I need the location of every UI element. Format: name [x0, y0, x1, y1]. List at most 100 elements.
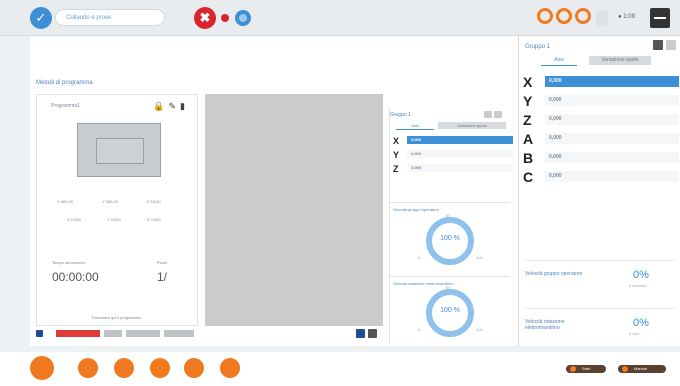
spindle-speed-label: Velocità rotazione elettromandrino [525, 319, 565, 331]
group-title: Gruppo 1 [390, 112, 411, 118]
group-btn-2[interactable] [494, 111, 502, 118]
wrench-icon[interactable] [184, 358, 204, 378]
alarm-icon-3[interactable] [575, 8, 591, 24]
tab-axes[interactable]: Assi [396, 122, 434, 130]
toolbar-tab-3[interactable] [126, 330, 160, 337]
refresh-button[interactable] [235, 10, 251, 26]
group-axis-x-value: 0,000 [407, 136, 513, 144]
section-title: Metodi di programma [36, 80, 93, 86]
edit-icon[interactable]: ✎ [169, 101, 181, 111]
tab-variation[interactable]: Variazione quote [438, 122, 506, 129]
preview-area [205, 94, 383, 326]
count-label: Pezzi [157, 260, 167, 265]
axis-row-y: Y 0,000 [523, 93, 679, 109]
lock-icon[interactable]: 🔒 [153, 101, 168, 111]
group-axis-z: Z 0,000 [393, 164, 513, 174]
main-area: Metodi di programma Programma1 🔒✎▮ X 400… [30, 36, 518, 346]
right-tab-axes[interactable]: Assi [541, 56, 577, 66]
axis-row-c: C 0,000 [523, 169, 679, 185]
gauge-tick-mid: 50 [446, 213, 451, 218]
gauge-tick-max: 100 [476, 327, 483, 332]
alert-icon[interactable] [150, 358, 170, 378]
right-title: Gruppo 1 [525, 44, 551, 50]
operator-speed-box: Velocità gruppo operatore 0% 0 mm/min [525, 260, 675, 301]
start-button[interactable]: Start [566, 365, 606, 373]
check-icon[interactable]: ✓ [30, 7, 52, 29]
delete-icon[interactable]: ▮ [180, 101, 189, 111]
operator-speed-label: Velocità gruppo operatore [525, 271, 583, 277]
offset-z: Z 0,000 [147, 217, 161, 222]
part-inner [96, 138, 144, 164]
stop-button[interactable]: ✖ [194, 7, 216, 29]
gauge-tick-min: 0 [418, 327, 421, 332]
toolbar-tab-2[interactable] [104, 330, 122, 337]
timer: 00:00:00 [52, 270, 99, 284]
group-axis-y-value: 0,000 [407, 150, 513, 158]
dim-x: X 400,00 [57, 199, 74, 204]
gauge-value: 100 % [440, 307, 460, 314]
program-name: Programma1 [51, 103, 80, 109]
card-footer: Trascinare qui il programma [91, 315, 141, 320]
gauge-tick-max: 100 [476, 255, 483, 260]
speed-gauge[interactable]: 100 % [426, 217, 474, 265]
offset-y: Y 0,000 [107, 217, 121, 222]
menu-button[interactable] [650, 8, 670, 28]
gauge-spindle-speed: Velocità rotazione elettromandrino 100 %… [390, 276, 510, 351]
home-icon[interactable] [30, 356, 54, 380]
right-btn-2[interactable] [666, 40, 676, 50]
top-bar: ✓ Collaudo e prove ✖ ● 1:09 [0, 0, 680, 36]
alarm-icon-2[interactable] [556, 8, 572, 24]
manual-button[interactable]: Manual [618, 365, 666, 373]
dim-y: Y 300,00 [102, 199, 118, 204]
factory-icon[interactable] [114, 358, 134, 378]
gauge-tick-mid: 50 [446, 285, 451, 290]
toolbar-icon[interactable] [36, 330, 43, 337]
tools-icon[interactable] [78, 358, 98, 378]
timer-label: Tempo lavorazione [52, 260, 86, 265]
spindle-speed-box: Velocità rotazione elettromandrino 0% 0 … [525, 308, 675, 349]
user-icon[interactable] [596, 10, 608, 26]
toolbar-tab-4[interactable] [164, 330, 194, 337]
axis-row-b: B 0,000 [523, 150, 679, 166]
program-card[interactable]: Programma1 🔒✎▮ X 400,00 Y 300,00 Z 18,00… [36, 94, 198, 326]
axis-y-value: 0,000 [545, 95, 679, 106]
dropdown-dot-icon[interactable] [221, 14, 229, 22]
right-tab-variation[interactable]: Variazione quote [589, 56, 651, 65]
gauge-value: 100 % [440, 235, 460, 242]
program-toolbar [36, 329, 386, 339]
operator-speed-sub: 0 mm/min [629, 283, 647, 288]
group-axis-z-value: 0,000 [407, 164, 513, 172]
gauge-title: Velocità rotazione elettromandrino [393, 281, 454, 286]
gauge-tick-min: 0 [418, 255, 421, 260]
part-preview [77, 123, 161, 177]
axis-row-z: Z 0,000 [523, 112, 679, 128]
status-time: ● 1:09 [618, 14, 635, 20]
card-toolbar: 🔒✎▮ [153, 101, 189, 112]
axis-row-x: X 0,000 [523, 74, 679, 90]
settings-icon[interactable] [220, 358, 240, 378]
bottom-dock: Start Manual [0, 352, 680, 386]
spindle-speed-pct: 0% [633, 317, 649, 329]
right-panel: Gruppo 1 Assi Variazione quote X 0,000 Y… [518, 36, 680, 346]
axis-row-a: A 0,000 [523, 131, 679, 147]
group-btn-1[interactable] [484, 111, 492, 118]
axis-x-value: 0,000 [545, 76, 679, 87]
gauge-operator-speed: Velocità gruppo operatore 100 % 0 50 100 [390, 202, 510, 277]
axis-c-value: 0,000 [545, 171, 679, 182]
group-axis-x: X 0,000 [393, 136, 513, 146]
toolbar-active-tab[interactable] [56, 330, 100, 337]
dim-z: Z 18,00 [147, 199, 161, 204]
group-axis-y: Y 0,000 [393, 150, 513, 160]
piece-count: 1/ [157, 270, 168, 284]
axis-b-value: 0,000 [545, 152, 679, 163]
alarm-icon-1[interactable] [537, 8, 553, 24]
grid-icon[interactable] [368, 329, 377, 338]
right-btn-1[interactable] [653, 40, 663, 50]
axis-z-value: 0,000 [545, 114, 679, 125]
spindle-speed-sub: 0 rpm [629, 331, 640, 336]
add-button[interactable] [356, 329, 365, 338]
offset-x: X 0,000 [67, 217, 81, 222]
spindle-gauge[interactable]: 100 % [426, 289, 474, 337]
axis-a-value: 0,000 [545, 133, 679, 144]
gauge-title: Velocità gruppo operatore [393, 207, 439, 212]
